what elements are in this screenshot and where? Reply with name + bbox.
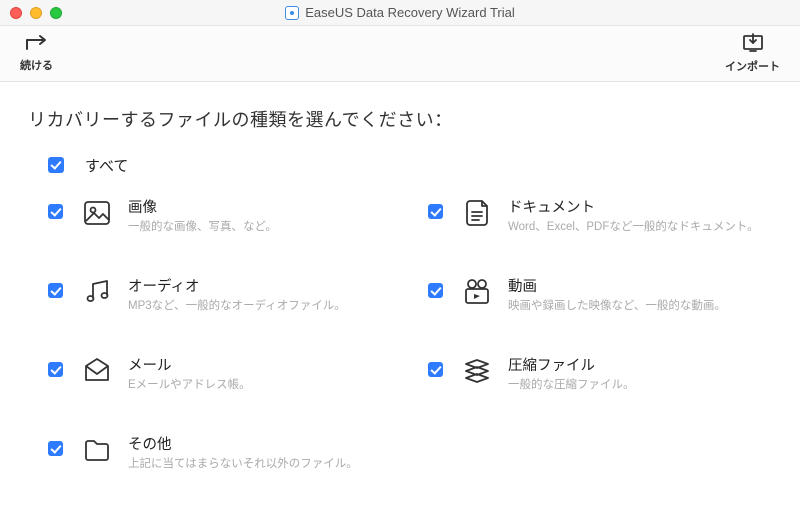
- checkbox-mail[interactable]: [48, 362, 63, 377]
- continue-label: 続ける: [20, 57, 53, 73]
- file-type-grid: 画像 一般的な画像、写真、など。 ドキュメント Word、Excel、PDFなど…: [28, 196, 772, 472]
- import-label: インポート: [725, 58, 780, 74]
- window-titlebar: EaseUS Data Recovery Wizard Trial: [0, 0, 800, 26]
- item-other: その他 上記に当てはまらないそれ以外のファイル。: [44, 433, 424, 472]
- item-desc: 一般的な画像、写真、など。: [128, 220, 277, 235]
- item-title: ドキュメント: [508, 196, 759, 217]
- page-heading: リカバリーするファイルの種類を選んでください：: [28, 106, 772, 132]
- document-icon: [460, 196, 494, 230]
- import-button[interactable]: インポート: [725, 33, 780, 74]
- item-archive: 圧縮ファイル 一般的な圧縮ファイル。: [424, 354, 800, 393]
- item-desc: 一般的な圧縮ファイル。: [508, 378, 635, 393]
- maximize-window-button[interactable]: [50, 7, 62, 19]
- toolbar: 続ける インポート: [0, 26, 800, 82]
- arrow-right-icon: [24, 34, 50, 55]
- checkbox-archive[interactable]: [428, 362, 443, 377]
- video-icon: [460, 275, 494, 309]
- item-title: 動画: [508, 275, 726, 296]
- item-mail: メール Eメールやアドレス帳。: [44, 354, 424, 393]
- item-image: 画像 一般的な画像、写真、など。: [44, 196, 424, 235]
- item-desc: 映画や録画した映像など、一般的な動画。: [508, 299, 726, 314]
- checkbox-other[interactable]: [48, 441, 63, 456]
- window-title: EaseUS Data Recovery Wizard Trial: [305, 5, 515, 20]
- item-document: ドキュメント Word、Excel、PDFなど一般的なドキュメント。: [424, 196, 800, 235]
- item-desc: 上記に当てはまらないそれ以外のファイル。: [128, 457, 358, 472]
- checkbox-video[interactable]: [428, 283, 443, 298]
- checkbox-audio[interactable]: [48, 283, 63, 298]
- item-title: オーディオ: [128, 275, 346, 296]
- continue-button[interactable]: 続ける: [20, 34, 53, 73]
- checkbox-document[interactable]: [428, 204, 443, 219]
- minimize-window-button[interactable]: [30, 7, 42, 19]
- all-label: すべて: [85, 155, 128, 176]
- traffic-lights: [0, 7, 62, 19]
- audio-icon: [80, 275, 114, 309]
- checkbox-image[interactable]: [48, 204, 63, 219]
- item-audio: オーディオ MP3など、一般的なオーディオファイル。: [44, 275, 424, 314]
- item-title: 圧縮ファイル: [508, 354, 635, 375]
- item-video: 動画 映画や録画した映像など、一般的な動画。: [424, 275, 800, 314]
- mail-icon: [80, 354, 114, 388]
- image-icon: [80, 196, 114, 230]
- app-icon: [285, 6, 299, 20]
- checkbox-all[interactable]: [48, 157, 64, 173]
- item-desc: MP3など、一般的なオーディオファイル。: [128, 299, 346, 314]
- all-row: すべて: [28, 154, 772, 176]
- item-desc: Eメールやアドレス帳。: [128, 378, 251, 393]
- item-desc: Word、Excel、PDFなど一般的なドキュメント。: [508, 220, 759, 235]
- item-title: その他: [128, 433, 358, 454]
- main-content: リカバリーするファイルの種類を選んでください： すべて 画像 一般的な画像、写真…: [0, 82, 800, 482]
- item-title: 画像: [128, 196, 277, 217]
- item-title: メール: [128, 354, 251, 375]
- close-window-button[interactable]: [10, 7, 22, 19]
- folder-icon: [80, 433, 114, 467]
- import-icon: [741, 33, 765, 56]
- archive-icon: [460, 354, 494, 388]
